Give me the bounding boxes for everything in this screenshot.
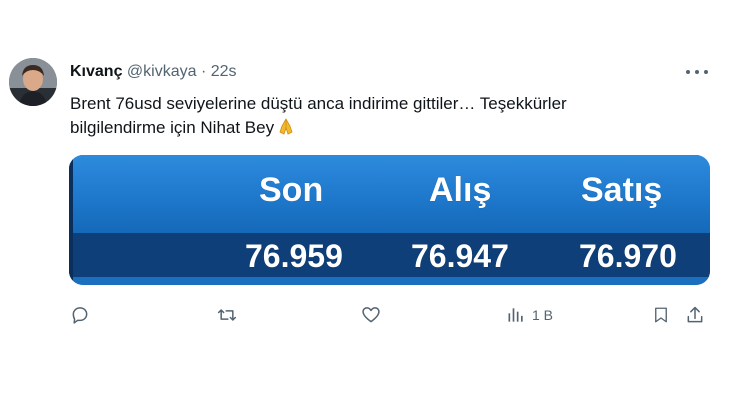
header-son: Son (259, 171, 324, 209)
header-satis: Satış (581, 171, 663, 209)
like-icon (362, 307, 380, 323)
tweet-text-line-1: Brent 76usd seviyelerine düştü anca indi… (70, 94, 567, 113)
reply-button[interactable] (70, 303, 90, 327)
value-alis: 76.947 (411, 238, 509, 274)
tweet-header: Kıvanç @kivkaya · 22s (70, 62, 237, 82)
tweet-text-line-2: bilgilendirme için Nihat Bey (70, 116, 690, 143)
views-count: 1 B (532, 307, 554, 323)
author-handle[interactable]: @kivkaya (127, 63, 197, 80)
views-icon (508, 308, 523, 322)
avatar-image (9, 58, 57, 106)
rates-next-row (69, 277, 710, 285)
author-name[interactable]: Kıvanç (70, 63, 122, 80)
like-button[interactable] (360, 303, 382, 327)
bookmark-icon (655, 307, 667, 323)
header-alis: Alış (429, 171, 492, 209)
tweet-time[interactable]: 22s (211, 63, 237, 80)
avatar[interactable] (9, 58, 57, 106)
tweet-actions: 1 B (70, 303, 710, 327)
reply-icon (72, 307, 88, 324)
tweet: Kıvanç @kivkaya · 22s Brent 76usd seviye… (0, 0, 730, 420)
bookmark-button[interactable] (652, 303, 670, 327)
retweet-icon (217, 309, 237, 321)
more-options-icon[interactable] (686, 62, 708, 82)
retweet-button[interactable] (216, 303, 238, 327)
rates-left-edge (69, 155, 73, 285)
separator-dot: · (200, 63, 207, 80)
share-icon (687, 306, 703, 323)
tweet-text-line-2-text: bilgilendirme için Nihat Bey (70, 118, 275, 137)
tweet-media-image[interactable]: Son Alış Satış 76.959 76.947 76.970 (69, 155, 710, 285)
value-son: 76.959 (245, 238, 343, 274)
views-button[interactable]: 1 B (506, 303, 553, 327)
tweet-text: Brent 76usd seviyelerine düştü anca indi… (70, 92, 690, 143)
share-button[interactable] (684, 303, 706, 327)
folded-hands-emoji (276, 116, 296, 143)
value-satis: 76.970 (579, 238, 677, 274)
